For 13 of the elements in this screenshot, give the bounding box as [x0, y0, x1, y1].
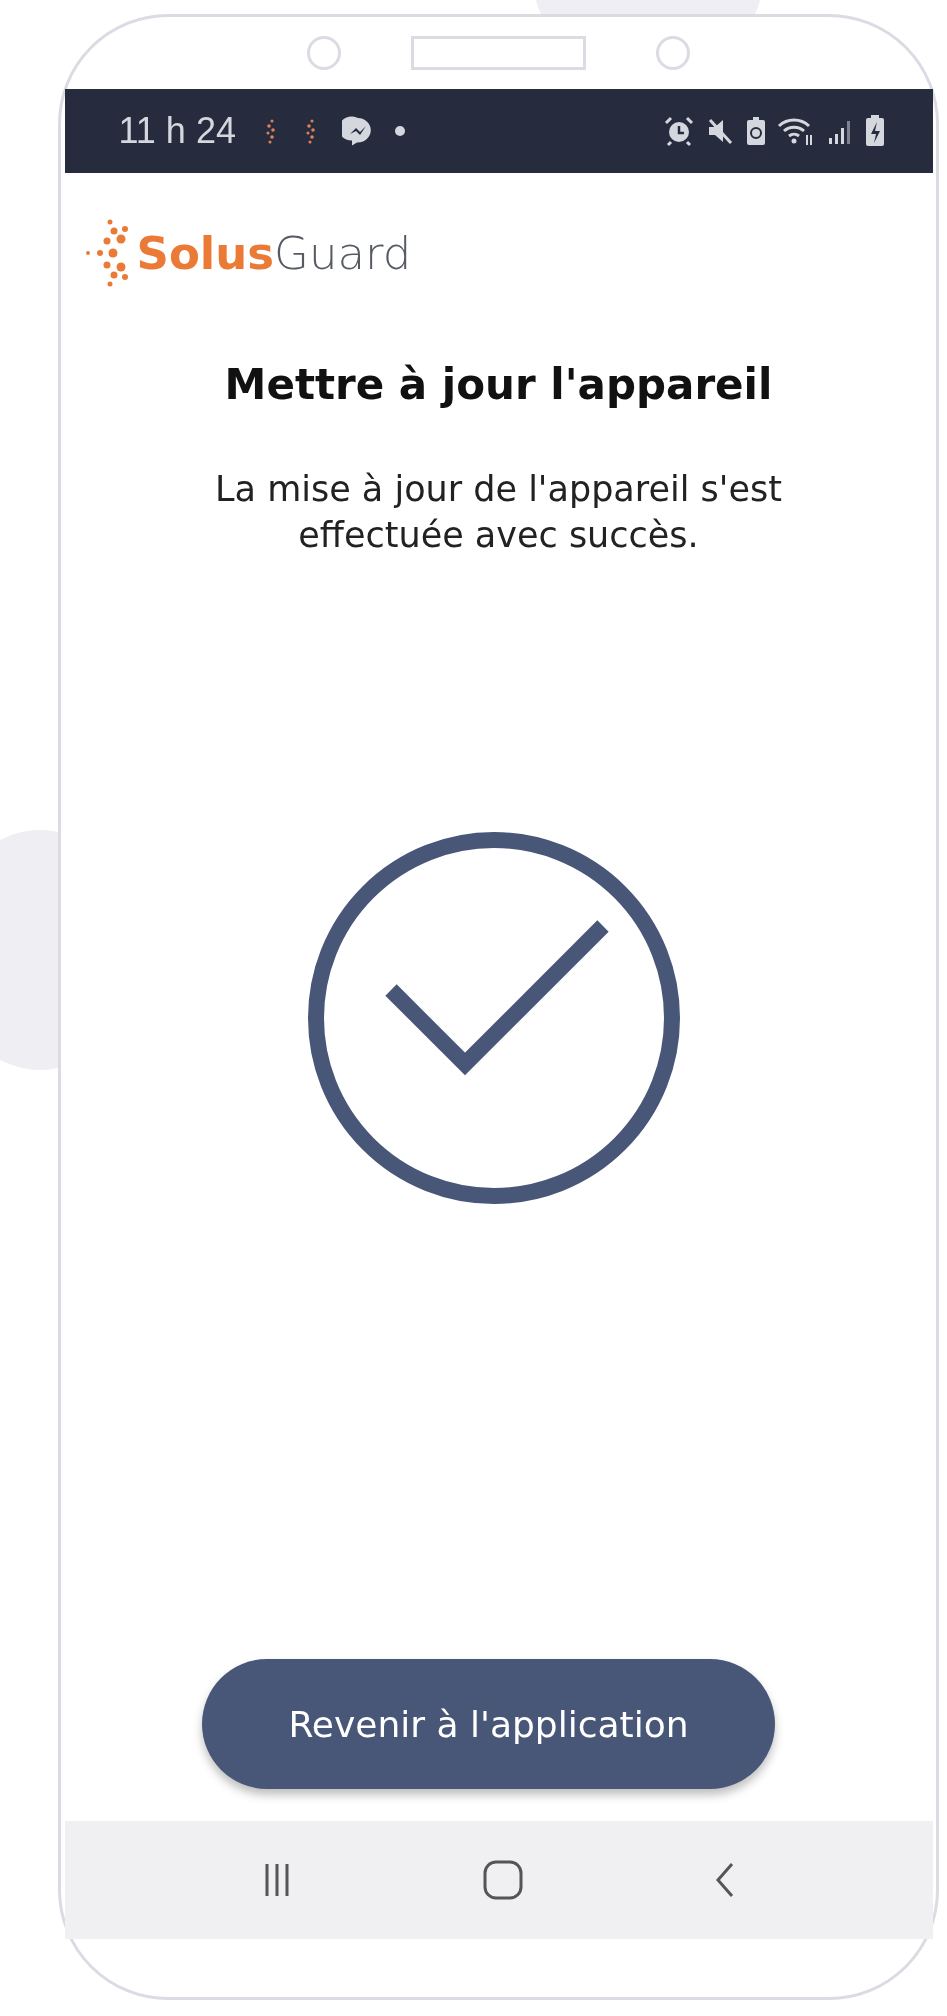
page-title: Mettre à jour l'appareil — [224, 360, 773, 409]
home-icon[interactable] — [482, 1859, 525, 1901]
sensor-icon — [656, 36, 690, 70]
messenger-icon — [341, 115, 374, 147]
logo-wordmark: SolusGuard — [136, 226, 412, 280]
camera-icon — [307, 36, 341, 70]
success-message: La mise à jour de l'appareil s'est effectuée avec succès. — [214, 468, 783, 557]
dot-icon — [393, 125, 406, 137]
alarm-icon — [662, 115, 695, 147]
battery-charging-icon — [864, 114, 885, 148]
return-button[interactable]: Revenir à l'application — [202, 1659, 775, 1789]
battery-saver-icon — [744, 115, 767, 147]
status-time: 11 h 24 — [118, 110, 236, 152]
